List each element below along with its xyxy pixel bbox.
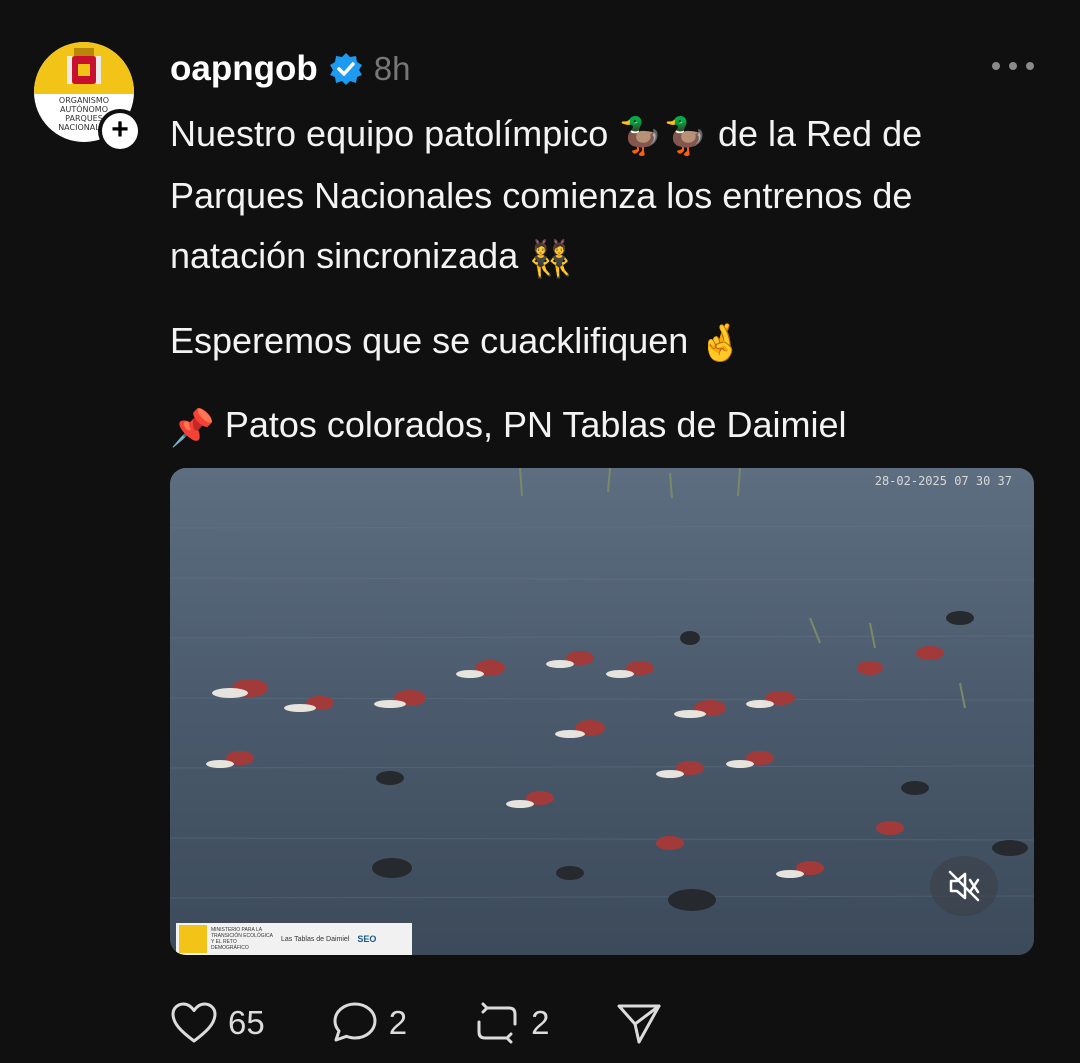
- post-actions: 65 2 2: [170, 998, 663, 1048]
- sponsor-logo-strip: MINISTERIO PARA LA TRANSICIÓN ECOLÓGICA …: [176, 923, 412, 955]
- tablas-logo-text: Las Tablas de Daimiel: [281, 935, 350, 943]
- username[interactable]: oapngob: [170, 49, 318, 89]
- like-count: 65: [228, 1004, 265, 1041]
- duck-pond-scene: [170, 468, 1034, 955]
- comment-count: 2: [388, 1004, 408, 1041]
- post-text-part: Esperemos que se cuacklifiquen: [170, 319, 689, 361]
- video-timestamp: 28-02-2025 07 30 37: [874, 474, 1012, 488]
- comment-button[interactable]: 2: [331, 1000, 407, 1046]
- post-time: 8h: [373, 50, 411, 87]
- post-text-part: Nuestro equipo patolímpico: [170, 113, 609, 154]
- seo-logo-text: SEO: [357, 934, 377, 944]
- verified-badge-icon: [329, 53, 362, 85]
- post-video[interactable]: 28-02-2025 07 30 37 MINISTERIO PARA LA T…: [170, 468, 1034, 955]
- more-options-icon[interactable]: [988, 54, 1038, 78]
- plus-icon: +: [102, 113, 138, 149]
- follow-button[interactable]: +: [98, 109, 142, 153]
- post-paragraph-1: Nuestro equipo patolímpico 🦆🦆 de la Red …: [170, 104, 1050, 289]
- share-button[interactable]: [615, 1000, 663, 1046]
- ministry-text: MINISTERIO PARA LA TRANSICIÓN ECOLÓGICA …: [211, 927, 273, 951]
- ministry-logo-icon: [179, 925, 207, 953]
- like-button[interactable]: 65: [170, 1001, 265, 1045]
- duck-emoji-icon: 🦆🦆: [618, 115, 708, 157]
- post-header: oapngob 8h: [170, 46, 410, 92]
- dancers-emoji-icon: 👯: [528, 237, 574, 279]
- crossed-fingers-emoji-icon: 🤞: [698, 322, 744, 364]
- post-body: Nuestro equipo patolímpico 🦆🦆 de la Red …: [170, 104, 1050, 458]
- repost-count: 2: [531, 1004, 550, 1041]
- muted-speaker-icon: [948, 870, 980, 902]
- post-paragraph-3: 📌 Patos colorados, PN Tablas de Daimiel: [170, 395, 1050, 457]
- heart-icon: [171, 1002, 217, 1043]
- pushpin-emoji-icon: 📌: [170, 406, 215, 448]
- post-paragraph-2: Esperemos que se cuacklifiquen 🤞: [170, 311, 1050, 373]
- post-text-part: Patos colorados, PN Tablas de Daimiel: [224, 404, 847, 446]
- coat-of-arms-icon: [34, 42, 134, 94]
- comment-bubble-icon: [333, 1002, 377, 1042]
- repost-icon: [477, 1002, 517, 1044]
- repost-button[interactable]: 2: [473, 1000, 549, 1046]
- send-icon: [617, 1004, 661, 1044]
- mute-button[interactable]: [930, 856, 998, 916]
